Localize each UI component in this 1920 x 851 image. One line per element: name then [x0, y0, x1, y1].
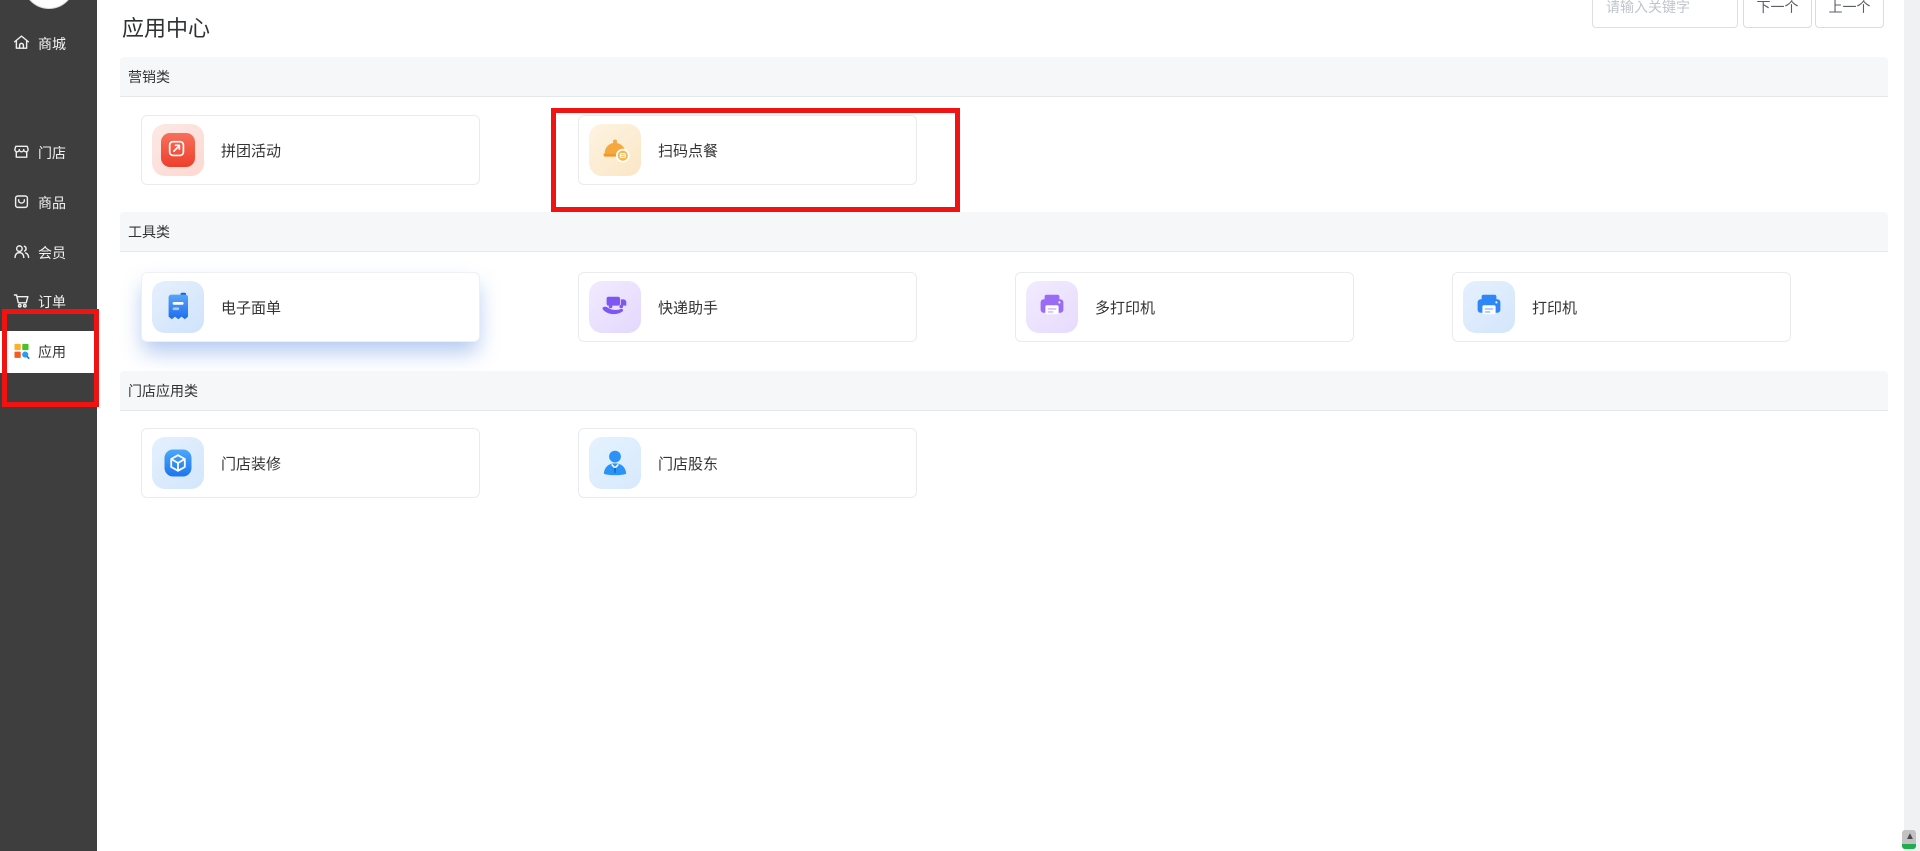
app-card-label: 扫码点餐	[658, 142, 719, 160]
section-header-marketing: 营销类	[120, 57, 1888, 97]
app-card-multi-printer[interactable]: 多打印机	[1015, 272, 1354, 342]
sidebar-item-label: 应用	[38, 344, 66, 360]
sidebar-item-goods[interactable]: 商品	[0, 182, 97, 224]
next-button[interactable]: 下一个	[1743, 0, 1812, 28]
sidebar-item-label: 订单	[38, 294, 66, 310]
section-header-tools: 工具类	[120, 212, 1888, 252]
storefront-icon	[12, 142, 31, 164]
courier-icon	[589, 281, 641, 333]
sidebar-item-label: 会员	[38, 245, 66, 261]
page-title: 应用中心	[122, 16, 211, 41]
app-card-printer[interactable]: 打印机	[1452, 272, 1791, 342]
app-card-group-buy[interactable]: 拼团活动	[141, 115, 480, 185]
sidebar: 商城 门店 商品 会员 订单 应用	[0, 0, 97, 851]
sidebar-item-mall[interactable]: 商城	[0, 23, 97, 65]
section-header-store-apps: 门店应用类	[120, 371, 1888, 411]
e-waybill-icon	[152, 281, 204, 333]
app-card-label: 多打印机	[1095, 299, 1156, 317]
main-content: 应用中心 下一个 上一个 营销类 拼团活动	[97, 0, 1904, 851]
printer-icon	[1463, 281, 1515, 333]
sidebar-item-label: 商城	[38, 36, 66, 52]
app-card-e-waybill[interactable]: 电子面单	[141, 272, 480, 342]
app-card-store-decoration[interactable]: 门店装修	[141, 428, 480, 498]
app-card-label: 拼团活动	[221, 142, 282, 160]
sidebar-item-orders[interactable]: 订单	[0, 281, 97, 323]
prev-button[interactable]: 上一个	[1815, 0, 1884, 28]
sidebar-item-label: 门店	[38, 145, 66, 161]
app-card-store-shareholder[interactable]: 门店股东	[578, 428, 917, 498]
card-row-store-apps: 门店装修 门店股东	[141, 428, 917, 498]
apps-icon	[12, 341, 31, 363]
cursor-artifact: ▲	[1902, 830, 1916, 849]
app-card-label: 门店股东	[658, 455, 719, 473]
multi-printer-icon	[1026, 281, 1078, 333]
sidebar-item-label: 商品	[38, 195, 66, 211]
home-icon	[12, 33, 31, 55]
app-card-label: 电子面单	[221, 299, 282, 317]
store-shareholder-icon	[589, 437, 641, 489]
avatar[interactable]	[23, 0, 75, 9]
app-card-label: 打印机	[1532, 299, 1578, 317]
members-icon	[12, 242, 31, 264]
sidebar-item-members[interactable]: 会员	[0, 232, 97, 274]
goods-icon	[12, 192, 31, 214]
group-buy-icon	[152, 124, 204, 176]
card-row-tools: 电子面单 快递助手 多打印机 打印机	[141, 272, 1791, 342]
orders-icon	[12, 291, 31, 313]
card-row-marketing: 拼团活动 扫码点餐	[141, 115, 917, 185]
store-decoration-icon	[152, 437, 204, 489]
scan-order-icon	[589, 124, 641, 176]
app-card-label: 门店装修	[221, 455, 282, 473]
sidebar-item-store[interactable]: 门店	[0, 132, 97, 174]
app-card-courier[interactable]: 快递助手	[578, 272, 917, 342]
scrollbar-track	[1904, 0, 1920, 851]
app-card-label: 快递助手	[658, 299, 719, 317]
search-input[interactable]	[1592, 0, 1738, 28]
sidebar-item-apps[interactable]: 应用	[0, 331, 97, 373]
app-card-scan-order[interactable]: 扫码点餐	[578, 115, 917, 185]
cursor-arrow-icon: ▲	[1905, 831, 1915, 842]
